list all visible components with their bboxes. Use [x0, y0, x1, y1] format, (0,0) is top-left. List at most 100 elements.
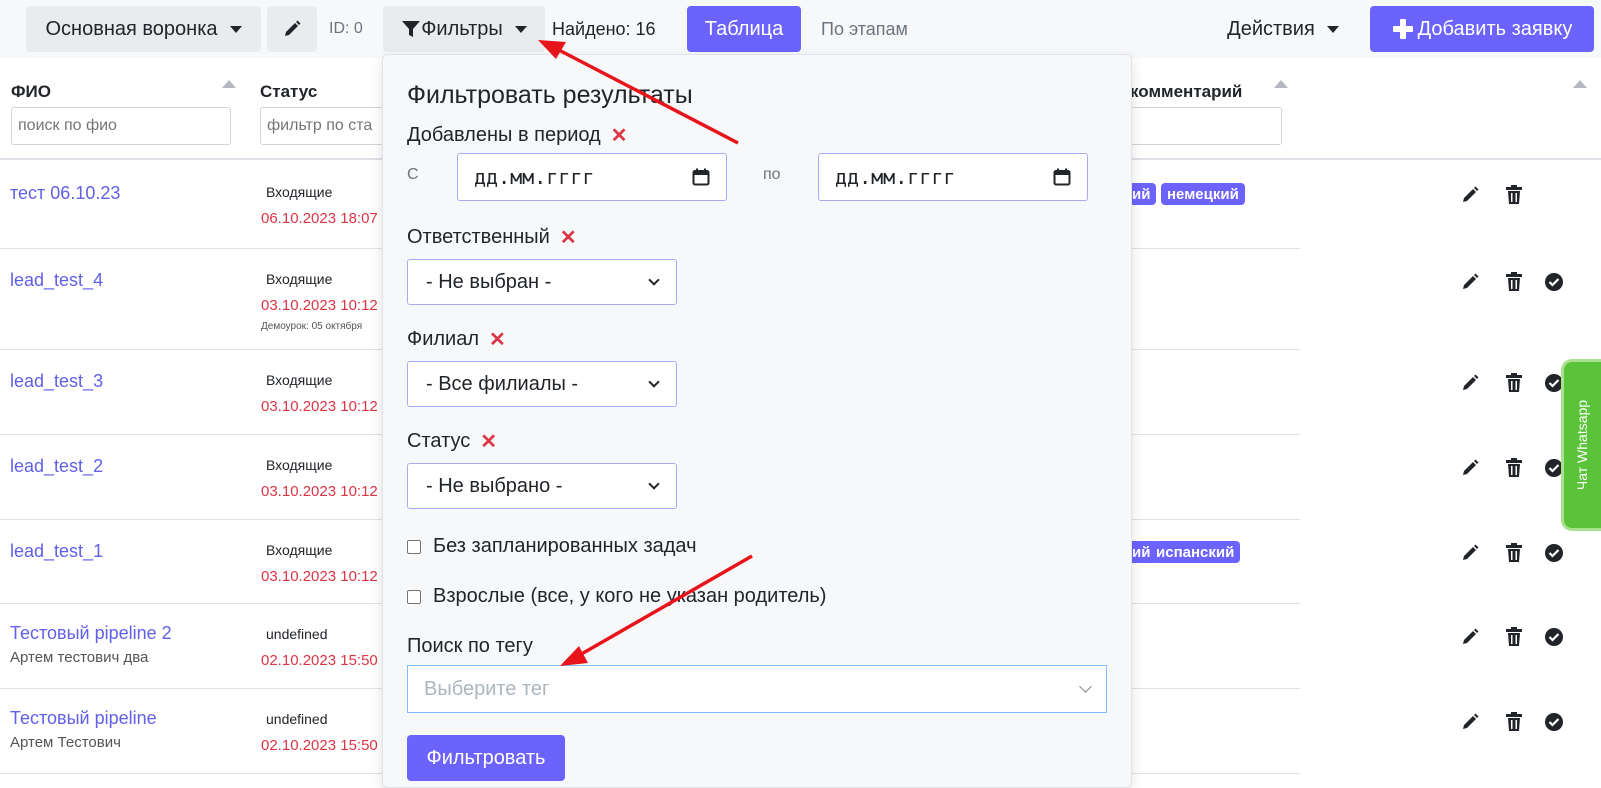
responsible-value: - Не выбран - — [426, 270, 552, 293]
chevron-down-icon — [229, 25, 242, 33]
edit-icon[interactable] — [1459, 711, 1481, 733]
sort-up-icon[interactable] — [1573, 80, 1587, 88]
lead-status: undefined — [266, 626, 328, 642]
lead-date: 03.10.2023 10:12 — [261, 297, 378, 314]
id-text: ID: 0 — [329, 20, 363, 37]
tag-badge: испанский — [1150, 541, 1241, 563]
check-circle-icon[interactable] — [1543, 372, 1565, 394]
fio-search-input[interactable] — [11, 107, 231, 145]
tag-badge: немецкий — [1161, 183, 1245, 205]
apply-filter-button[interactable]: Фильтровать — [407, 735, 565, 781]
lead-contact-name: Артем Тестович — [10, 734, 121, 751]
date-to-input[interactable]: дд.мм.гггг — [818, 153, 1088, 201]
comment-filter-input[interactable] — [1130, 107, 1282, 145]
check-circle-icon[interactable] — [1543, 271, 1565, 293]
adults-checkbox[interactable] — [407, 589, 421, 604]
lead-name-link[interactable]: Тестовый pipeline 2 — [10, 623, 172, 644]
lead-date: 03.10.2023 10:12 — [261, 568, 378, 585]
delete-icon[interactable] — [1503, 372, 1525, 394]
lead-date: 03.10.2023 10:12 — [261, 398, 378, 415]
lead-date: 02.10.2023 15:50 — [261, 737, 378, 754]
lead-date: 06.10.2023 18:07 — [261, 210, 378, 227]
plus-icon — [1392, 19, 1413, 39]
responsible-label-row: Ответственный ✕ — [407, 225, 577, 250]
edit-icon[interactable] — [1459, 542, 1481, 564]
edit-icon[interactable] — [1459, 184, 1481, 206]
period-label-row: Добавлены в период ✕ — [407, 123, 628, 148]
lead-name-link[interactable]: Тестовый pipeline — [10, 708, 157, 729]
edit-funnel-button[interactable] — [267, 6, 317, 52]
column-header-fio[interactable]: ФИО — [11, 82, 51, 102]
lead-status: Входящие — [266, 372, 333, 388]
lead-status: undefined — [266, 711, 328, 727]
pencil-icon — [285, 20, 301, 36]
tag-select[interactable]: Выберите тег — [407, 665, 1107, 713]
delete-icon[interactable] — [1503, 271, 1525, 293]
responsible-label: Ответственный — [407, 226, 550, 248]
status-value: - Не выбрано - — [426, 474, 563, 497]
clear-branch-icon[interactable]: ✕ — [489, 327, 506, 352]
sort-up-icon[interactable] — [222, 80, 236, 88]
date-from-input[interactable]: дд.мм.гггг — [457, 153, 727, 201]
lead-name-link[interactable]: lead_test_3 — [10, 371, 103, 392]
clear-status-icon[interactable]: ✕ — [480, 429, 497, 454]
chevron-down-icon — [1326, 25, 1339, 33]
edit-icon[interactable] — [1459, 271, 1481, 293]
branch-label: Филиал — [407, 328, 480, 350]
lead-status: Входящие — [266, 457, 333, 473]
clear-period-icon[interactable]: ✕ — [611, 123, 628, 148]
edit-icon[interactable] — [1459, 457, 1481, 479]
lead-contact-name: Артем тестович два — [10, 649, 149, 666]
delete-icon[interactable] — [1503, 457, 1525, 479]
lead-date: 02.10.2023 15:50 — [261, 652, 378, 669]
clear-responsible-icon[interactable]: ✕ — [560, 225, 577, 250]
check-circle-icon[interactable] — [1543, 711, 1565, 733]
check-circle-icon[interactable] — [1543, 542, 1565, 564]
tag-select-placeholder: Выберите тег — [424, 677, 550, 700]
toolbar: Основная воронка ID: 0 Фильтры Найдено: … — [0, 0, 1601, 58]
add-label: Добавить заявку — [1417, 17, 1573, 40]
lead-name-link[interactable]: lead_test_4 — [10, 270, 103, 291]
calendar-icon[interactable] — [692, 168, 710, 186]
funnel-select-button[interactable]: Основная воронка — [26, 6, 261, 52]
lead-status: Входящие — [266, 271, 333, 287]
filter-title: Фильтровать результаты — [407, 81, 693, 109]
lead-date: 03.10.2023 10:12 — [261, 483, 378, 500]
delete-icon[interactable] — [1503, 711, 1525, 733]
table-view-button[interactable]: Таблица — [687, 6, 801, 52]
no-tasks-checkbox-row[interactable]: Без запланированных задач — [407, 535, 697, 558]
status-label: Статус — [407, 430, 471, 452]
lead-name-link[interactable]: lead_test_2 — [10, 456, 103, 477]
status-select[interactable]: - Не выбрано - — [407, 463, 677, 509]
status-filter-input[interactable] — [260, 107, 390, 145]
filter-icon — [402, 21, 421, 37]
actions-dropdown[interactable]: Действия — [1218, 6, 1348, 52]
chevron-down-icon — [648, 478, 660, 490]
column-header-comment[interactable]: комментарий — [1130, 82, 1242, 102]
no-tasks-checkbox[interactable] — [407, 539, 421, 554]
period-label: Добавлены в период — [407, 124, 601, 146]
lead-name-link[interactable]: тест 06.10.23 — [10, 183, 120, 204]
tag-search-label: Поиск по тегу — [407, 635, 533, 657]
column-header-status[interactable]: Статус — [260, 82, 317, 102]
edit-icon[interactable] — [1459, 372, 1481, 394]
chevron-down-icon — [648, 376, 660, 388]
status-label-row: Статус ✕ — [407, 429, 497, 454]
whatsapp-chat-tab[interactable]: Чат Whatsapp — [1564, 362, 1601, 528]
found-count: Найдено: 16 — [552, 18, 656, 39]
edit-icon[interactable] — [1459, 626, 1481, 648]
stages-view-link[interactable]: По этапам — [821, 6, 908, 52]
calendar-icon[interactable] — [1053, 168, 1071, 186]
check-circle-icon[interactable] — [1543, 457, 1565, 479]
add-lead-button[interactable]: Добавить заявку — [1370, 6, 1594, 52]
delete-icon[interactable] — [1503, 626, 1525, 648]
filters-button[interactable]: Фильтры — [383, 6, 545, 52]
sort-up-icon[interactable] — [1274, 80, 1288, 88]
delete-icon[interactable] — [1503, 184, 1525, 206]
lead-name-link[interactable]: lead_test_1 — [10, 541, 103, 562]
responsible-select[interactable]: - Не выбран - — [407, 259, 677, 305]
delete-icon[interactable] — [1503, 542, 1525, 564]
adults-checkbox-row[interactable]: Взрослые (все, у кого не указан родитель… — [407, 585, 826, 608]
check-circle-icon[interactable] — [1543, 626, 1565, 648]
branch-select[interactable]: - Все филиалы - — [407, 361, 677, 407]
